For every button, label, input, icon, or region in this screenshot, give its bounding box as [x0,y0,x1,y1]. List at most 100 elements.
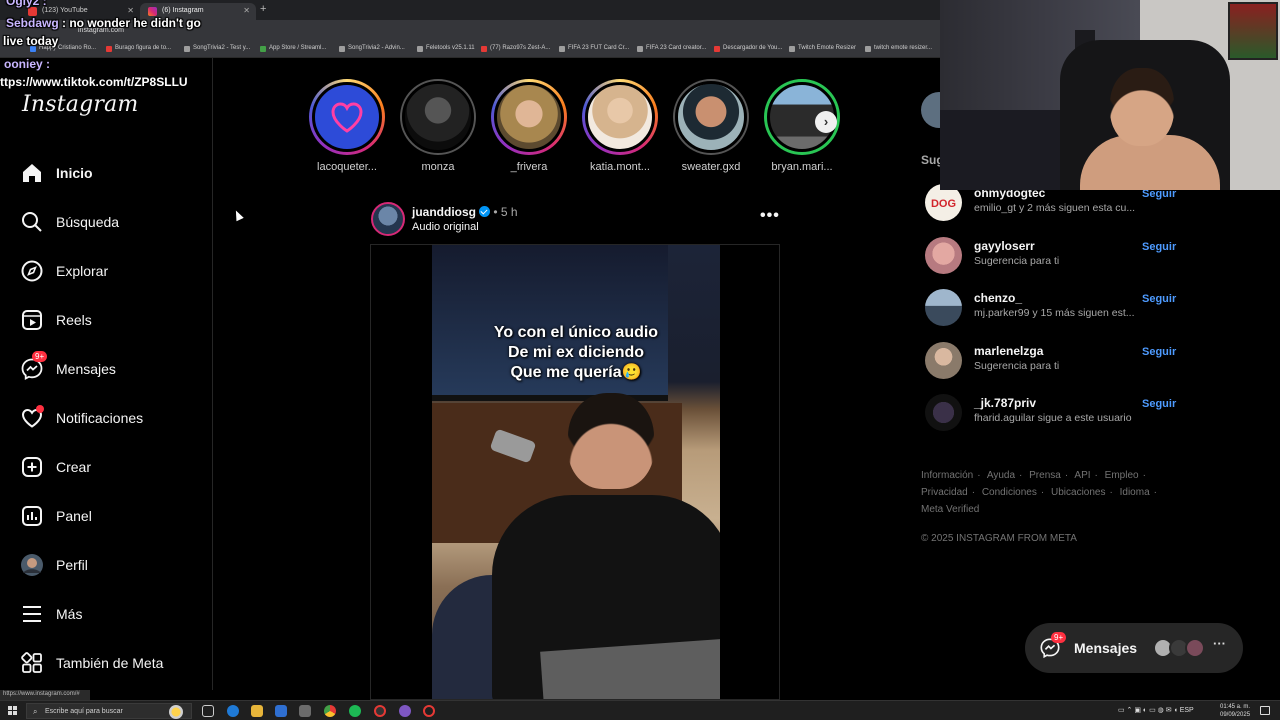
windows-start-icon[interactable] [8,706,18,716]
taskbar-search-box[interactable]: ⌕ Escribe aquí para buscar [26,703,192,719]
nav-notificaciones[interactable]: Notificaciones [20,403,200,433]
story-name: sweater.gxd [681,161,741,173]
nav-label: Panel [56,508,92,524]
chrome-icon[interactable] [324,705,336,717]
suggestion-username[interactable]: gayyloserr [974,239,1035,253]
post-username[interactable]: juanddiosg [412,205,476,219]
suggestion-username[interactable]: _jk.787priv [974,396,1036,410]
story-item[interactable]: sweater.gxd [670,79,752,173]
bookmark-item[interactable]: SongTrivia2 - Advin... [339,45,405,52]
story-item[interactable]: _frivera [488,79,570,173]
footer-link[interactable]: Condiciones [982,487,1037,498]
footer-link[interactable]: Información [921,470,973,481]
nav-inicio[interactable]: Inicio [20,158,200,188]
system-tray[interactable]: ▭ ⌃ ▣ ◐ ▭ ◍ ✉ ◖ ESP [1118,706,1194,714]
chat-username: Ogiy2 : [6,0,47,8]
chevron-right-icon[interactable]: › [815,111,837,133]
post-time: • 5 h [490,205,518,219]
language-indicator[interactable]: ESP [1180,707,1194,714]
file-explorer-icon[interactable] [251,705,263,717]
footer-link[interactable]: Idioma [1120,487,1150,498]
app-icon[interactable] [423,705,435,717]
messenger-icon: 9+ [20,351,48,381]
nav-label: También de Meta [56,655,164,671]
story-item[interactable]: lacoqueter... [306,79,388,173]
suggestion-avatar[interactable] [925,289,962,326]
story-ring [309,79,385,155]
follow-button[interactable]: Seguir [1142,398,1176,410]
app-icon[interactable] [299,705,311,717]
post-audio[interactable]: Audio original [412,221,479,233]
discord-icon[interactable] [399,705,411,717]
more-options-icon[interactable]: ••• [760,207,780,225]
suggestion-username[interactable]: chenzo_ [974,291,1022,305]
story-name: monza [421,161,455,173]
chat-message: ttps://www.tiktok.com/t/ZP8SLLU [0,75,188,89]
footer-link[interactable]: Privacidad [921,487,968,498]
post-author-avatar[interactable] [371,202,405,236]
nav-mas[interactable]: Más [20,599,200,629]
unread-badge: 9+ [32,351,48,362]
follow-button[interactable]: Seguir [1142,293,1176,305]
close-icon[interactable]: ✕ [243,6,250,15]
close-icon[interactable]: ✕ [127,6,134,15]
suggestion-username[interactable]: marlenelzga [974,344,1043,358]
messages-pill-label: Mensajes [1074,640,1138,656]
bookmark-item[interactable]: FIFA 23 Card creator... [637,45,706,52]
bookmark-item[interactable]: App Store / Streaml... [260,45,326,52]
story-name: lacoqueter... [317,161,377,173]
nav-mensajes[interactable]: 9+ Mensajes [20,351,200,384]
edge-icon[interactable] [227,705,239,717]
nav-explorar[interactable]: Explorar [20,256,200,286]
bookmark-item[interactable]: twitch emote resizer... [865,45,932,52]
story-avatar [585,82,655,152]
messages-pill[interactable]: 9+ Mensajes ··· [1025,623,1243,673]
store-icon[interactable] [275,705,287,717]
bookmark-item[interactable]: (77) Razo97s Zest-A... [481,45,550,52]
notification-center-icon[interactable] [1260,706,1270,715]
verified-badge-icon [479,206,490,217]
nav-panel[interactable]: Panel [20,501,200,531]
footer-link[interactable]: Meta Verified [921,504,979,515]
spotify-icon[interactable] [349,705,361,717]
bookmark-item[interactable]: Burago figura de to... [106,45,171,52]
nav-label: Inicio [56,165,93,181]
suggestion-avatar[interactable] [925,237,962,274]
new-tab-button[interactable]: + [260,3,266,15]
taskbar-clock[interactable]: 01:45 a. m. 09/09/2025 [1220,703,1250,719]
follow-button[interactable]: Seguir [1142,241,1176,253]
post-video[interactable]: Yo con el único audio De mi ex diciendo … [432,245,720,699]
story-item[interactable]: monza [397,79,479,173]
suggestion-avatar[interactable] [925,394,962,431]
post-media[interactable]: Yo con el único audio De mi ex diciendo … [370,244,780,700]
story-ring [582,79,658,155]
nav-perfil[interactable]: Perfil [20,550,200,580]
footer-link[interactable]: Empleo [1105,470,1139,481]
follow-button[interactable]: Seguir [1142,346,1176,358]
bookmark-item[interactable]: FIFA 23 FUT Card Cr... [559,45,629,52]
nav-crear[interactable]: Crear [20,452,200,482]
footer-link[interactable]: Ubicaciones [1051,487,1105,498]
suggestion-item: gayyloserr Sugerencia para ti Seguir [921,235,1181,279]
bookmark-item[interactable]: Descargador de You... [714,45,782,52]
footer-link[interactable]: Ayuda [987,470,1015,481]
story-item[interactable]: katia.mont... [579,79,661,173]
nav-busqueda[interactable]: Búsqueda [20,207,200,237]
bookmark-item[interactable]: Twitch Emote Resizer [789,45,856,52]
bookmark-item[interactable]: Feletools v25.1.11 [417,45,475,52]
nav-reels[interactable]: Reels [20,305,200,335]
instagram-logo[interactable]: Instagram [22,92,138,117]
suggestion-avatar[interactable] [925,342,962,379]
video-caption: Yo con el único audio De mi ex diciendo … [493,324,659,381]
plus-square-icon [20,455,44,479]
mouse-cursor [232,208,244,222]
obs-icon[interactable] [374,705,386,717]
story-name: katia.mont... [590,161,650,173]
bookmark-item[interactable]: SongTrivia2 - Test y... [184,45,250,52]
heart-icon [331,102,363,133]
footer-link[interactable]: API [1074,470,1090,481]
nav-tambien-de-meta[interactable]: También de Meta [20,648,200,678]
footer-link[interactable]: Prensa [1029,470,1061,481]
tray-icons: ▭ ⌃ ▣ ◐ ▭ ◍ ✉ ◖ [1118,707,1180,714]
task-view-icon[interactable] [202,705,214,717]
